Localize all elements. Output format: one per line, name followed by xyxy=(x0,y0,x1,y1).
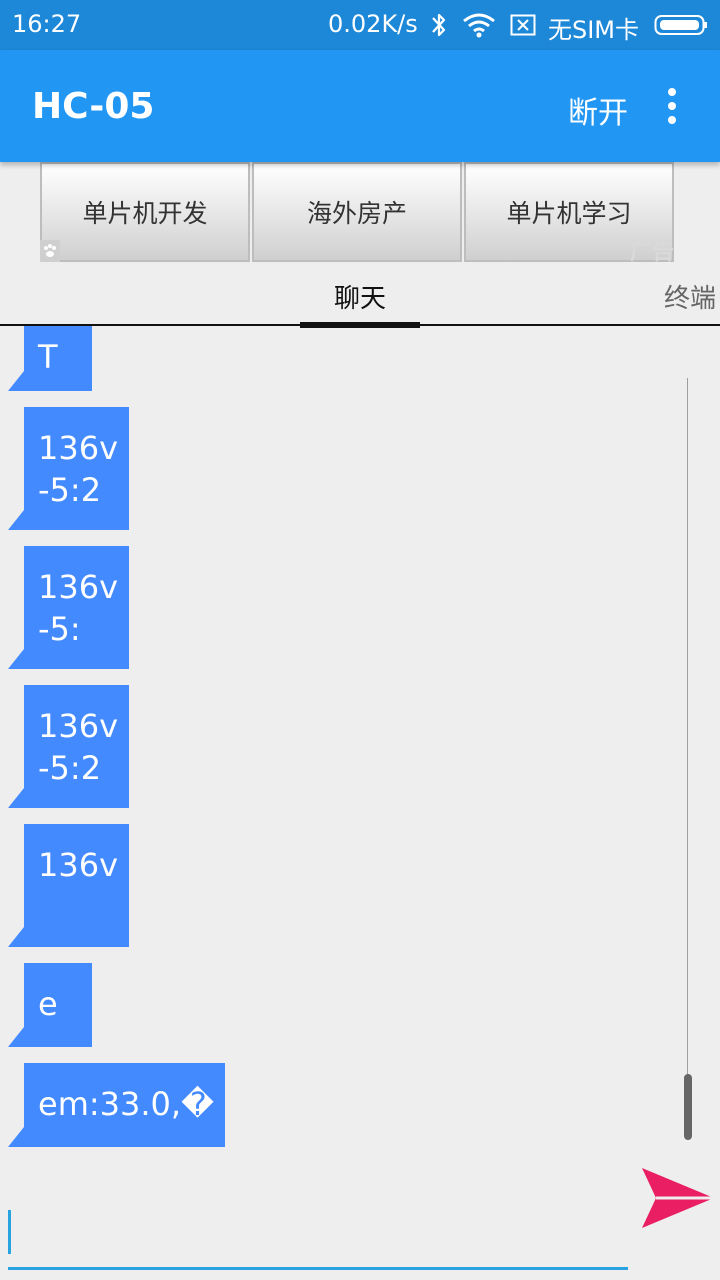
message-text: -5:2 xyxy=(38,471,102,509)
tab-bar: 聊天 终端 xyxy=(0,262,720,328)
message-text: e xyxy=(38,985,58,1023)
message-bubble: 136v xyxy=(8,824,129,947)
message-text: em:33.0,� xyxy=(38,1085,214,1123)
tab-chat[interactable]: 聊天 xyxy=(300,262,420,328)
app-title: HC-05 xyxy=(32,86,155,127)
status-time: 16:27 xyxy=(12,10,82,38)
tab-chat-label: 聊天 xyxy=(333,284,386,314)
battery-icon xyxy=(654,15,707,35)
wifi-icon xyxy=(463,13,495,38)
message-text: 136v xyxy=(38,846,119,884)
ad-button-2[interactable]: 海外房产 xyxy=(252,162,462,262)
more-vert-icon[interactable] xyxy=(664,88,680,124)
message-bubble: T xyxy=(8,326,92,391)
message-list[interactable]: T 136v -5:2 136v -5: 136v -5:2 136v e em… xyxy=(0,326,720,1162)
ad-button-1[interactable]: 单片机开发 xyxy=(40,162,250,262)
sim-status: 无SIM卡 xyxy=(548,16,640,44)
message-text: 136v xyxy=(38,707,119,745)
disconnect-button[interactable]: 断开 xyxy=(568,88,628,132)
message-text: -5:2 xyxy=(38,749,102,787)
message-text: 136v xyxy=(38,429,119,467)
bluetooth-icon xyxy=(432,13,446,37)
network-speed: 0.02K/s xyxy=(328,10,418,38)
message-bubble: 136v -5:2 xyxy=(8,685,129,808)
send-icon[interactable] xyxy=(640,1164,716,1232)
message-input-area xyxy=(8,1200,628,1270)
ad-banner: 单片机开发 海外房产 单片机学习 广告 xyxy=(40,162,677,265)
message-bubble: em:33.0,� xyxy=(8,1063,225,1147)
message-text: T xyxy=(38,338,58,376)
scrollbar-track xyxy=(687,378,688,1138)
tab-terminal[interactable]: 终端 xyxy=(664,278,716,315)
no-sim-icon xyxy=(510,14,536,36)
text-caret xyxy=(8,1210,11,1254)
message-bubble: 136v -5: xyxy=(8,546,129,669)
message-bubble: e xyxy=(8,963,92,1047)
input-underline xyxy=(8,1267,628,1270)
message-bubble: 136v -5:2 xyxy=(8,407,129,530)
message-text: 136v xyxy=(38,568,119,606)
status-bar: 16:27 0.02K/s 无SIM卡 xyxy=(0,0,720,50)
message-input[interactable] xyxy=(8,1200,628,1268)
scrollbar-thumb[interactable] xyxy=(684,1074,692,1140)
message-text: -5: xyxy=(38,610,81,648)
paw-icon xyxy=(40,240,60,262)
app-bar: HC-05 断开 xyxy=(0,50,720,162)
